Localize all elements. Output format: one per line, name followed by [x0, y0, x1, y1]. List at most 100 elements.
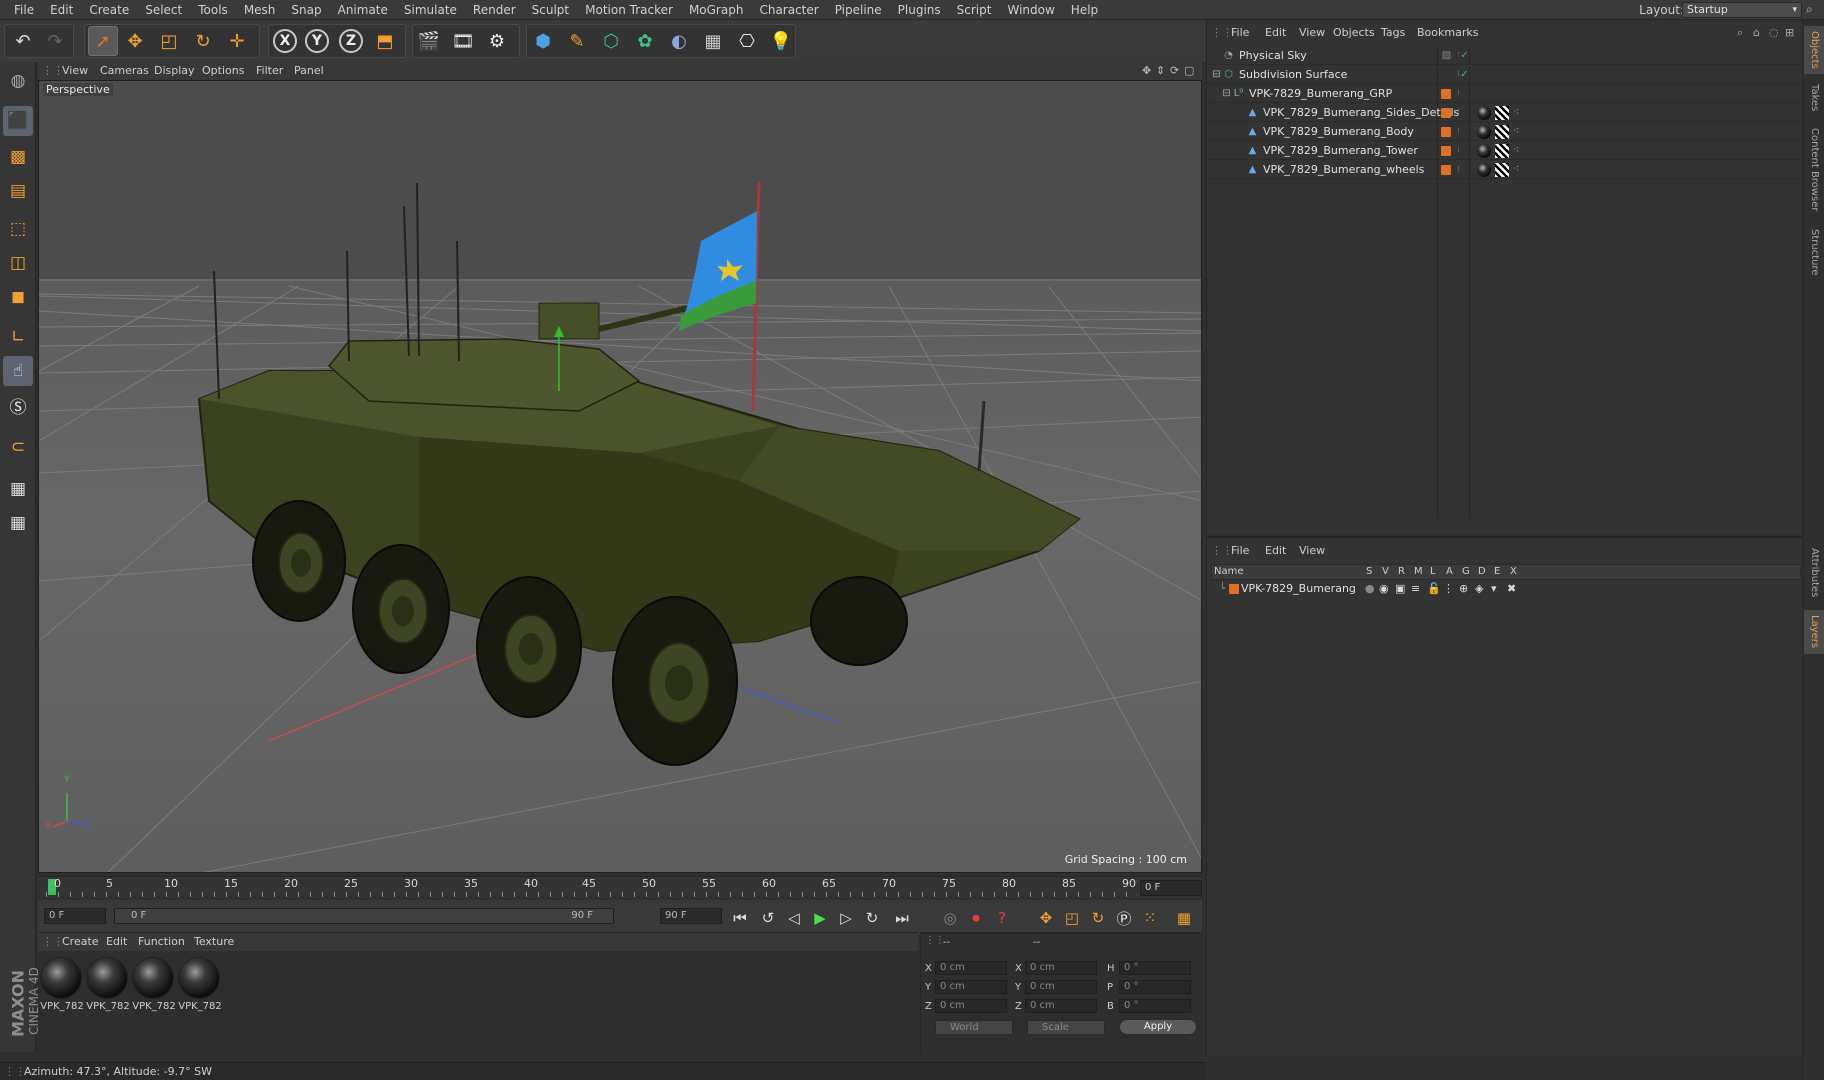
menu-edit[interactable]: Edit	[42, 0, 81, 20]
locked-workplane-icon[interactable]: ▦	[3, 508, 33, 538]
column-manager[interactable]: M	[1414, 565, 1423, 579]
object-row[interactable]: ⊟ L⁰ VPK-7829_Bumerang_GRP ⁞	[1207, 84, 1803, 103]
position-y-field[interactable]: 0 cm	[935, 980, 1007, 994]
back-icon[interactable]: ◌	[1769, 24, 1779, 42]
column-name[interactable]: Name	[1214, 565, 1244, 579]
key-parameter-icon[interactable]: Ⓟ	[1112, 906, 1136, 930]
animation-icon[interactable]: ⋮	[1443, 581, 1454, 597]
viewport-menu-options[interactable]: Options	[202, 62, 244, 80]
rotation-b-field[interactable]: 0 °	[1119, 999, 1191, 1013]
menu-simulate[interactable]: Simulate	[396, 0, 465, 20]
material-menu-edit[interactable]: Edit	[106, 933, 127, 951]
y-axis-lock-icon[interactable]: Y	[302, 26, 332, 56]
collapse-icon[interactable]: ⊟	[1211, 69, 1222, 80]
column-solo[interactable]: S	[1366, 565, 1372, 579]
visibility-dots-icon[interactable]: ⁞	[1453, 88, 1464, 99]
tab-layers[interactable]: Layers	[1804, 610, 1824, 654]
cube-icon[interactable]: ⬢	[528, 26, 558, 56]
viewport-menu-filter[interactable]: Filter	[256, 62, 283, 80]
rotation-h-field[interactable]: 0 °	[1119, 961, 1191, 975]
material-tag-icon[interactable]	[1477, 125, 1491, 139]
menu-plugins[interactable]: Plugins	[890, 0, 949, 20]
material-tag-icon[interactable]	[1477, 144, 1491, 158]
texture-mode-icon[interactable]: ▩	[3, 142, 33, 172]
viewport-menu-view[interactable]: View	[62, 62, 88, 80]
size-z-field[interactable]: 0 cm	[1025, 999, 1097, 1013]
object-menu-objects[interactable]: Objects	[1333, 24, 1375, 42]
material-tag-icon[interactable]	[1477, 106, 1491, 120]
layer-menu-view[interactable]: View	[1299, 542, 1325, 560]
material-menu-create[interactable]: Create	[62, 933, 99, 951]
menu-mesh[interactable]: Mesh	[236, 0, 284, 20]
coordinate-system-icon[interactable]: ⬒	[370, 26, 400, 56]
object-row[interactable]: ▲ VPK_7829_Bumerang_Tower ⁞ ⁖	[1207, 141, 1803, 160]
column-visible-render[interactable]: R	[1398, 565, 1405, 579]
size-x-field[interactable]: 0 cm	[1025, 961, 1097, 975]
maximize-view-icon[interactable]: ▢	[1184, 62, 1194, 80]
deformer-icon[interactable]: ◈	[1475, 581, 1483, 597]
key-pla-icon[interactable]: ⁙	[1138, 906, 1162, 930]
home-icon[interactable]: ⌂	[1753, 24, 1760, 42]
visibility-dots-icon[interactable]: ⁞	[1453, 107, 1464, 118]
rotate-view-icon[interactable]: ⟳	[1170, 62, 1179, 80]
position-z-field[interactable]: 0 cm	[935, 999, 1007, 1013]
start-frame-field[interactable]: 0 F	[44, 908, 106, 924]
material-slot[interactable]: VPK_782	[132, 957, 176, 1017]
selection-tag-icon[interactable]: ⁖	[1513, 124, 1519, 137]
pen-spline-icon[interactable]: ✎	[562, 26, 592, 56]
current-frame-field[interactable]: 0 F	[1140, 880, 1202, 896]
rotation-p-field[interactable]: 0 °	[1119, 980, 1191, 994]
key-position-icon[interactable]: ✥	[1034, 906, 1058, 930]
menu-file[interactable]: File	[6, 0, 42, 20]
selection-tag-icon[interactable]: ⁖	[1513, 162, 1519, 175]
column-expressions[interactable]: E	[1494, 565, 1500, 579]
menu-motion-tracker[interactable]: Motion Tracker	[577, 0, 681, 20]
visibility-dots-icon[interactable]: ⁞	[1453, 145, 1464, 156]
menu-character[interactable]: Character	[751, 0, 826, 20]
material-menu-texture[interactable]: Texture	[194, 933, 234, 951]
x-axis-lock-icon[interactable]: X	[270, 26, 300, 56]
menu-tools[interactable]: Tools	[190, 0, 236, 20]
object-menu-file[interactable]: File	[1231, 24, 1249, 42]
enabled-check-icon[interactable]: ✓	[1459, 69, 1470, 80]
column-deformers[interactable]: D	[1478, 565, 1486, 579]
new-window-icon[interactable]: ⊞	[1785, 24, 1794, 42]
uvw-tag-icon[interactable]	[1495, 106, 1509, 120]
play-icon[interactable]: ▶	[808, 906, 832, 930]
uvw-tag-icon[interactable]	[1495, 125, 1509, 139]
light-icon[interactable]: 💡	[766, 26, 796, 56]
range-slider[interactable]: 0 F 90 F	[114, 908, 614, 924]
pan-view-icon[interactable]: ✥	[1142, 62, 1151, 80]
render-icon[interactable]: ▣	[1395, 581, 1405, 597]
key-rotation-icon[interactable]: ↻	[1086, 906, 1110, 930]
model-mode-icon[interactable]: ⬛	[3, 106, 33, 136]
layer-color-swatch[interactable]	[1441, 127, 1451, 137]
solo-icon[interactable]: ●	[1365, 581, 1375, 597]
tab-structure[interactable]: Structure	[1804, 222, 1824, 282]
layer-color-swatch[interactable]	[1441, 108, 1451, 118]
undo-icon[interactable]: ↶	[8, 26, 38, 56]
object-row[interactable]: ▲ VPK_7829_Bumerang_Sides_Details ⁞ ⁖	[1207, 103, 1803, 122]
display-tag-icon[interactable]: ▨	[1441, 50, 1452, 61]
camera-icon[interactable]: ⎔	[732, 26, 762, 56]
z-axis-lock-icon[interactable]: Z	[336, 26, 366, 56]
layer-color-swatch[interactable]	[1229, 584, 1239, 594]
menu-pipeline[interactable]: Pipeline	[827, 0, 890, 20]
material-slot[interactable]: VPK_782	[40, 957, 84, 1017]
next-frame-icon[interactable]: ▷	[834, 906, 858, 930]
layer-color-swatch[interactable]	[1441, 146, 1451, 156]
size-y-field[interactable]: 0 cm	[1025, 980, 1097, 994]
render-picture-viewer-icon[interactable]: 🎞	[448, 26, 478, 56]
material-tag-icon[interactable]	[1477, 163, 1491, 177]
material-slot[interactable]: VPK_782	[86, 957, 130, 1017]
layer-color-swatch[interactable]	[1441, 165, 1451, 175]
tab-objects[interactable]: Objects	[1804, 26, 1824, 74]
previous-frame-icon[interactable]: ◁	[782, 906, 806, 930]
object-menu-view[interactable]: View	[1299, 24, 1325, 42]
record-active-icon[interactable]: ◎	[938, 906, 962, 930]
uvw-tag-icon[interactable]	[1495, 144, 1509, 158]
workplane-mode-icon[interactable]: ▤	[3, 176, 33, 206]
points-mode-icon[interactable]: ⬚	[3, 214, 33, 244]
previous-key-icon[interactable]: ↺	[756, 906, 780, 930]
render-settings-icon[interactable]: ⚙	[482, 26, 512, 56]
